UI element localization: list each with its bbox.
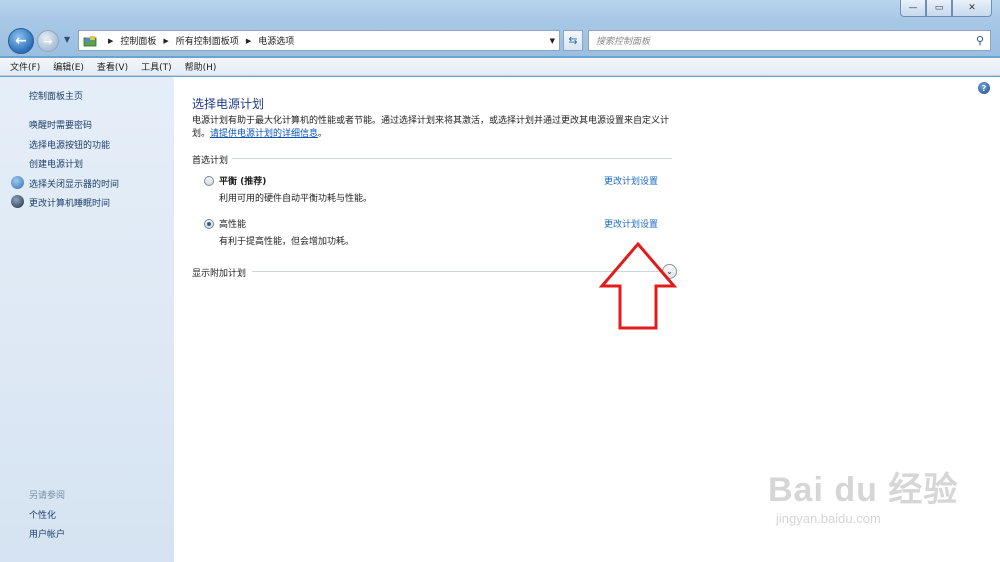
sidebar-item-display-off[interactable]: 选择关闭显示器的时间 [29, 177, 119, 190]
menu-file[interactable]: 文件(F) [10, 60, 40, 73]
minimize-button[interactable]: — [900, 0, 926, 17]
sidebar-item-create-plan[interactable]: 创建电源计划 [29, 157, 83, 170]
display-icon [11, 176, 24, 189]
task-pane: 控制面板主页 唤醒时需要密码 选择电源按钮的功能 创建电源计划 选择关闭显示器的… [0, 77, 174, 562]
watermark-url: jingyan.baidu.com [776, 511, 881, 526]
search-icon[interactable]: ⚲ [976, 34, 984, 47]
page-description: 电源计划有助于最大化计算机的性能或者节能。通过选择计划来将其激活，或选择计划并通… [192, 115, 682, 141]
sidebar-item-power-button[interactable]: 选择电源按钮的功能 [29, 138, 110, 151]
description-line1: 电源计划有助于最大化计算机的性能或者节能。通过选择计划来将其激活，或选择计划并通… [192, 116, 670, 126]
search-placeholder: 搜索控制面板 [596, 37, 651, 47]
breadcrumb-separator-icon: ▶ [108, 36, 114, 45]
description-line2-prefix: 划。 [192, 129, 211, 139]
sidebar-item-wake-password[interactable]: 唤醒时需要密码 [29, 118, 92, 131]
page-title: 选择电源计划 [192, 97, 265, 111]
breadcrumb-all-items[interactable]: 所有控制面板项 [176, 34, 239, 47]
menu-help[interactable]: 帮助(H) [185, 60, 217, 73]
divider [232, 158, 672, 159]
preferred-plans-label: 首选计划 [192, 156, 229, 166]
forward-button[interactable]: → [37, 30, 59, 52]
sidebar-item-home[interactable]: 控制面板主页 [29, 89, 83, 102]
plan-desc-high-performance: 有利于提高性能，但会增加功耗。 [219, 237, 355, 247]
breadcrumb-separator-icon: ▶ [163, 36, 169, 45]
navigation-bar: ← → ▼ ▶ 控制面板 ▶ 所有控制面板项 ▶ 电源选项 ▼ ⇆ 搜索控制面板… [0, 26, 1000, 54]
search-input[interactable]: 搜索控制面板 ⚲ [588, 30, 991, 51]
menu-tools[interactable]: 工具(T) [141, 60, 172, 73]
help-icon[interactable]: ? [978, 82, 990, 94]
red-arrow-annotation-icon [598, 241, 678, 330]
breadcrumb-power-options[interactable]: 电源选项 [258, 34, 294, 47]
see-also-heading: 另请参阅 [29, 491, 66, 501]
change-plan-settings-link-high-performance[interactable]: 更改计划设置 [604, 217, 658, 230]
recent-pages-dropdown-icon[interactable]: ▼ [64, 35, 70, 44]
menu-view[interactable]: 查看(V) [97, 60, 128, 73]
address-bar[interactable]: ▶ 控制面板 ▶ 所有控制面板项 ▶ 电源选项 ▼ [78, 30, 560, 51]
plan-name-balanced: 平衡 (推荐) [219, 177, 267, 187]
radio-high-performance[interactable] [204, 219, 214, 229]
watermark: Bai du 经验 jingyan.baidu.com [768, 462, 958, 526]
menu-bar: 文件(F) 编辑(E) 查看(V) 工具(T) 帮助(H) [0, 58, 1000, 76]
menu-edit[interactable]: 编辑(E) [53, 60, 84, 73]
control-panel-icon [83, 35, 97, 47]
additional-plans-label[interactable]: 显示附加计划 [192, 266, 246, 279]
radio-balanced[interactable] [204, 176, 214, 186]
back-button[interactable]: ← [8, 28, 34, 54]
plan-name-high-performance: 高性能 [219, 220, 247, 230]
breadcrumb-control-panel[interactable]: 控制面板 [120, 34, 156, 47]
plan-details-link[interactable]: 请提供电源计划的详细信息 [210, 129, 318, 139]
sleep-icon [11, 195, 24, 208]
description-line2-suffix: 。 [318, 129, 328, 139]
maximize-button[interactable]: ▭ [926, 0, 952, 17]
close-button[interactable]: ✕ [952, 0, 992, 17]
plan-desc-balanced: 利用可用的硬件自动平衡功耗与性能。 [219, 194, 373, 204]
refresh-button[interactable]: ⇆ [563, 30, 583, 51]
sidebar-item-sleep[interactable]: 更改计算机睡眠时间 [29, 196, 110, 209]
change-plan-settings-link-balanced[interactable]: 更改计划设置 [604, 174, 658, 187]
watermark-logo: Bai du 经验 [768, 471, 959, 509]
address-dropdown-icon[interactable]: ▼ [550, 37, 555, 45]
window-controls: — ▭ ✕ [900, 0, 992, 17]
sidebar-item-user-accounts[interactable]: 用户帐户 [29, 527, 65, 540]
breadcrumb-separator-icon: ▶ [245, 36, 252, 45]
sidebar-item-personalization[interactable]: 个性化 [29, 508, 56, 521]
